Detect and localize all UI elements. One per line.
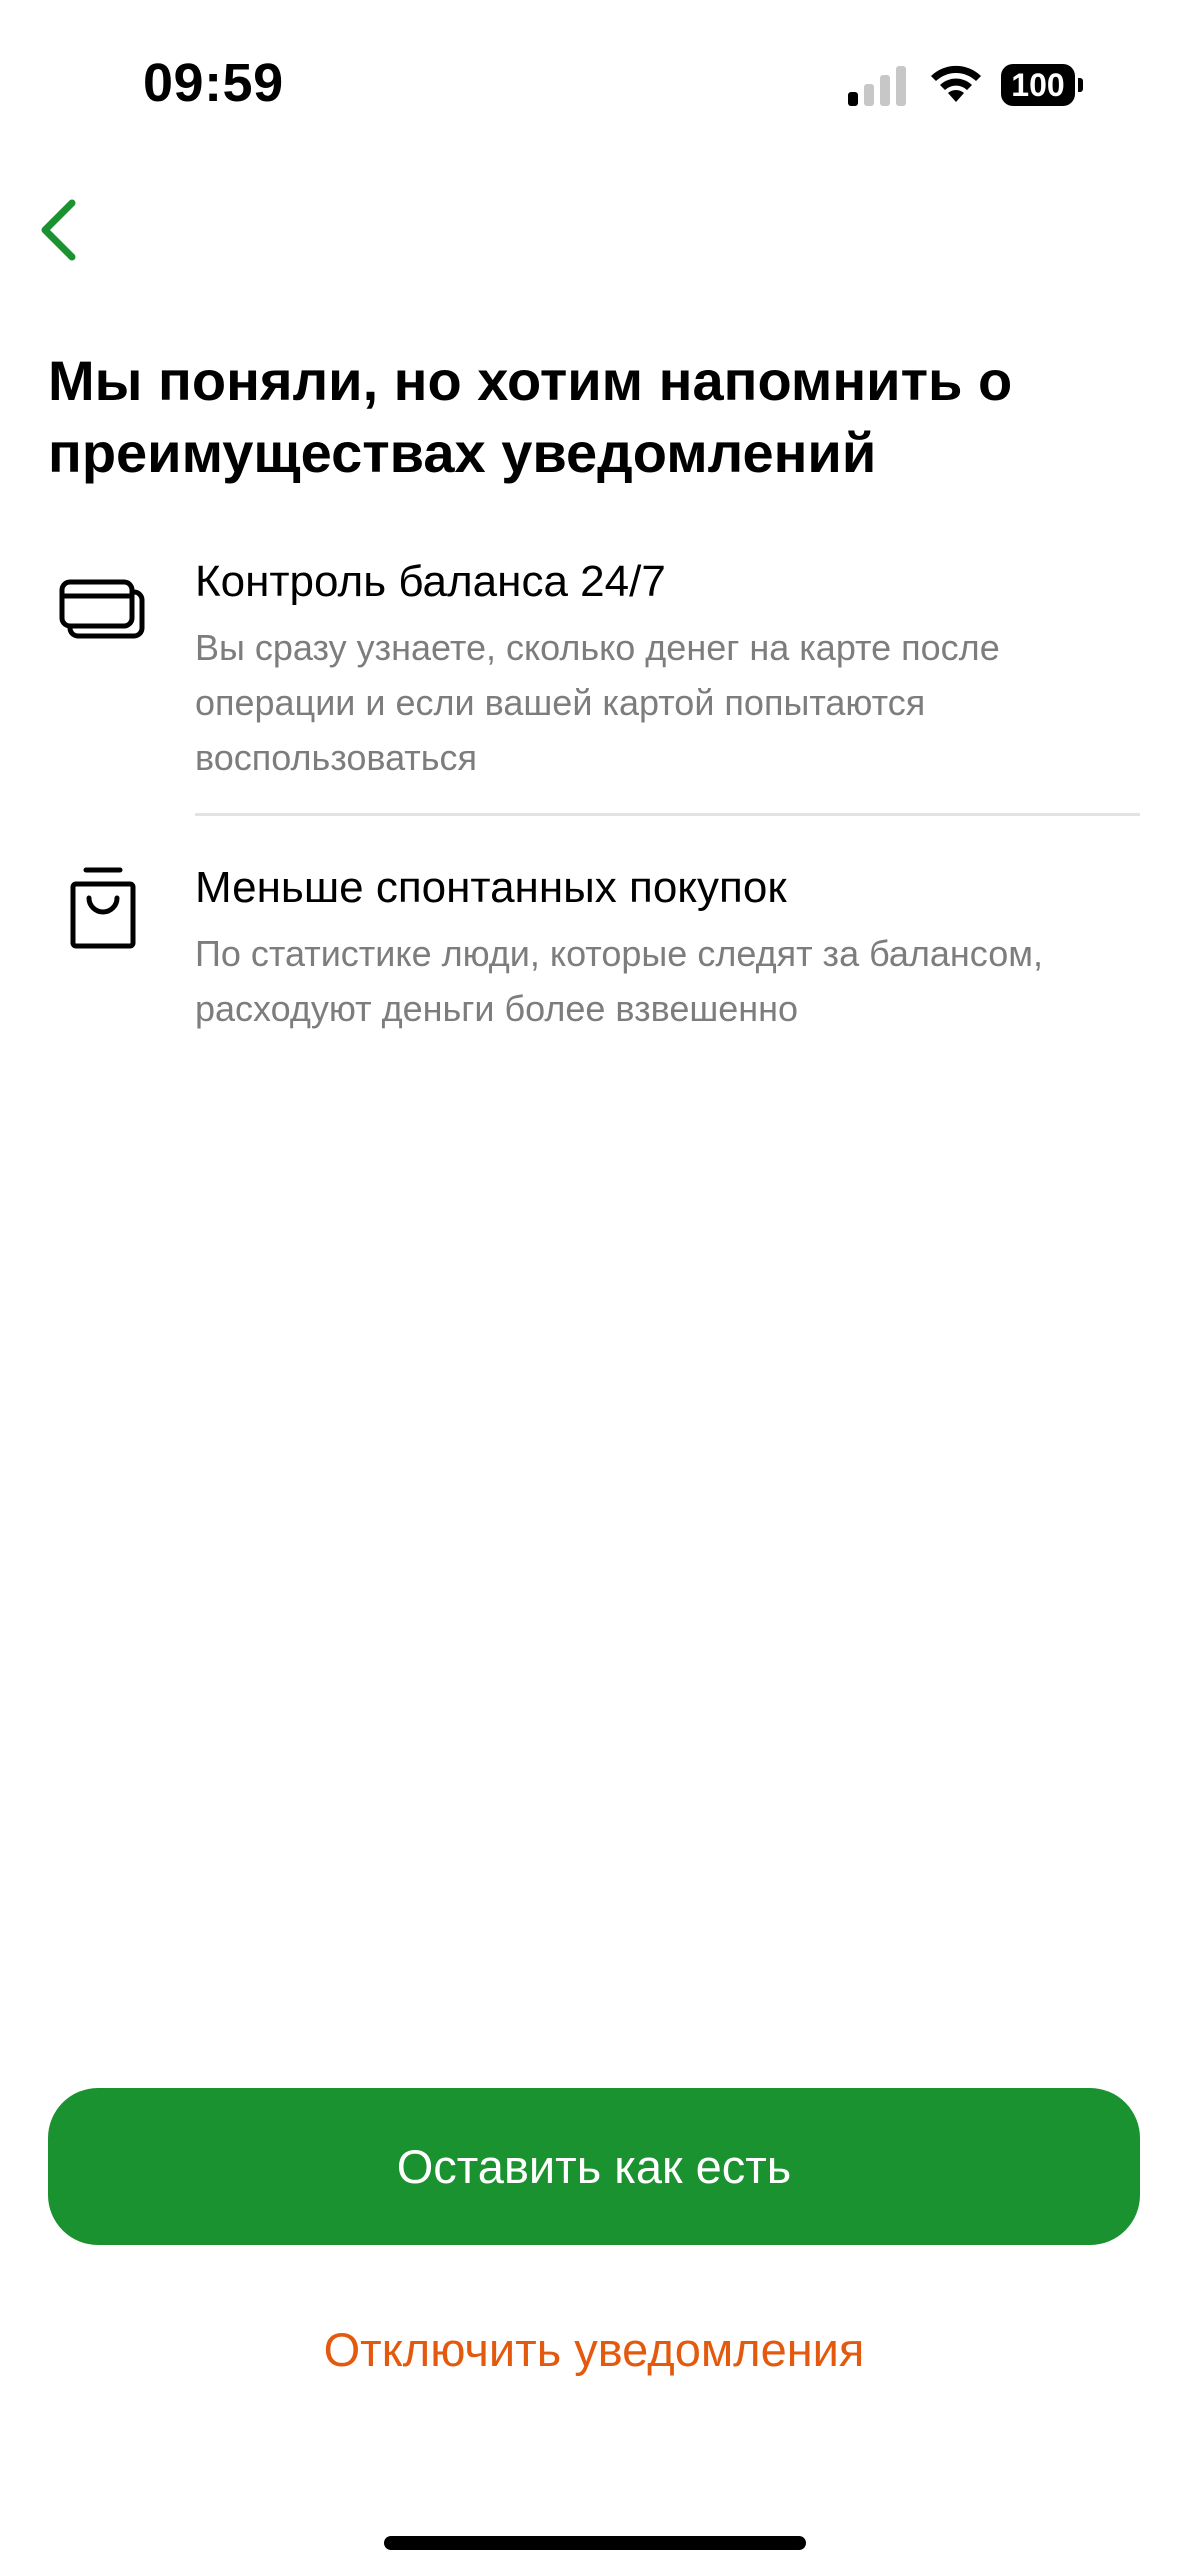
battery-icon: 100 [1001, 64, 1083, 106]
home-indicator[interactable] [384, 2536, 806, 2550]
divider [195, 813, 1140, 816]
shopping-bag-icon [70, 867, 136, 949]
benefit-title: Контроль баланса 24/7 [195, 557, 666, 606]
chevron-left-icon [41, 199, 76, 261]
cards-icon [59, 579, 145, 639]
disable-notifications-button[interactable]: Отключить уведомления [48, 2305, 1140, 2395]
page-title: Мы поняли, но хотим напомнить о преимуще… [48, 349, 1013, 484]
status-bar: 09:59 100 [0, 0, 1179, 170]
benefit-description: Вы сразу узнаете, сколько денег на карте… [195, 627, 1000, 778]
status-time: 09:59 [143, 53, 284, 113]
battery-cap [1078, 78, 1083, 92]
wifi-icon [931, 65, 981, 102]
benefit-description: По статистике люди, которые следят за ба… [195, 933, 1043, 1029]
keep-as-is-button[interactable]: Оставить как есть [48, 2088, 1140, 2245]
battery-level: 100 [1001, 64, 1075, 106]
signal-icon [848, 66, 906, 106]
benefit-title: Меньше спонтанных покупок [195, 863, 787, 912]
back-button[interactable] [18, 190, 98, 270]
